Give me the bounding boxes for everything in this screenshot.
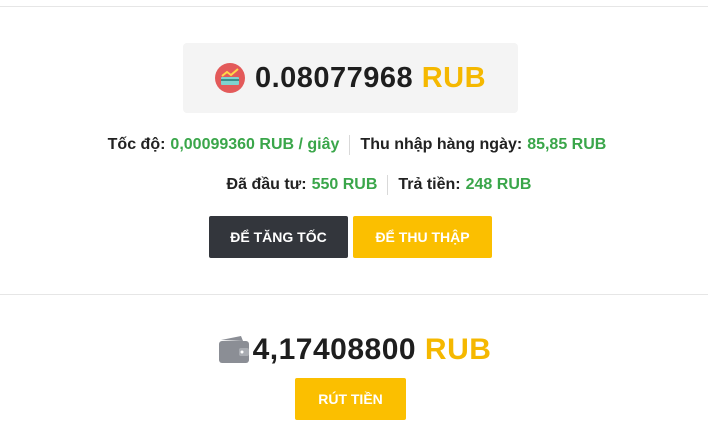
- stats-row-speed: Tốc độ: 0,00099360 RUB / giây Thu nhập h…: [0, 135, 708, 155]
- invested-value: 550 RUB: [311, 176, 378, 193]
- balance-box: 0.08077968 RUB: [183, 43, 518, 113]
- collect-button[interactable]: ĐỂ THU THẬP: [353, 216, 492, 258]
- section-divider: [0, 294, 708, 295]
- wallet-value: 4,17408800: [252, 333, 417, 366]
- paid-label: Trả tiền:: [398, 176, 461, 193]
- daily-income-value: 85,85 RUB: [527, 136, 607, 153]
- stats-row-invested: Đã đầu tư: 550 RUB Trả tiền: 248 RUB: [0, 175, 708, 195]
- speed-value: 0,00099360 RUB / giây: [170, 136, 340, 153]
- wallet-icon: [217, 335, 251, 365]
- balance-currency: RUB: [421, 61, 487, 94]
- withdraw-button[interactable]: RÚT TIỀN: [295, 378, 406, 420]
- speed-label: Tốc độ:: [107, 136, 166, 153]
- stats-separator: [387, 175, 389, 195]
- daily-income-label: Thu nhập hàng ngày:: [360, 136, 523, 153]
- balance-amount: 0.08077968 RUB: [255, 62, 486, 95]
- coin-chart-icon: [214, 63, 245, 93]
- wallet-currency: RUB: [424, 333, 492, 366]
- speed-up-button[interactable]: ĐỂ TĂNG TỐC: [209, 216, 348, 258]
- paid-value: 248 RUB: [465, 176, 532, 193]
- balance-value: 0.08077968: [254, 61, 414, 94]
- wallet-balance: 4,17408800 RUB: [0, 333, 708, 367]
- stats-separator: [349, 135, 351, 155]
- top-divider: [0, 6, 708, 7]
- invested-label: Đã đầu tư:: [226, 176, 307, 193]
- wallet-amount: 4,17408800 RUB: [253, 333, 492, 367]
